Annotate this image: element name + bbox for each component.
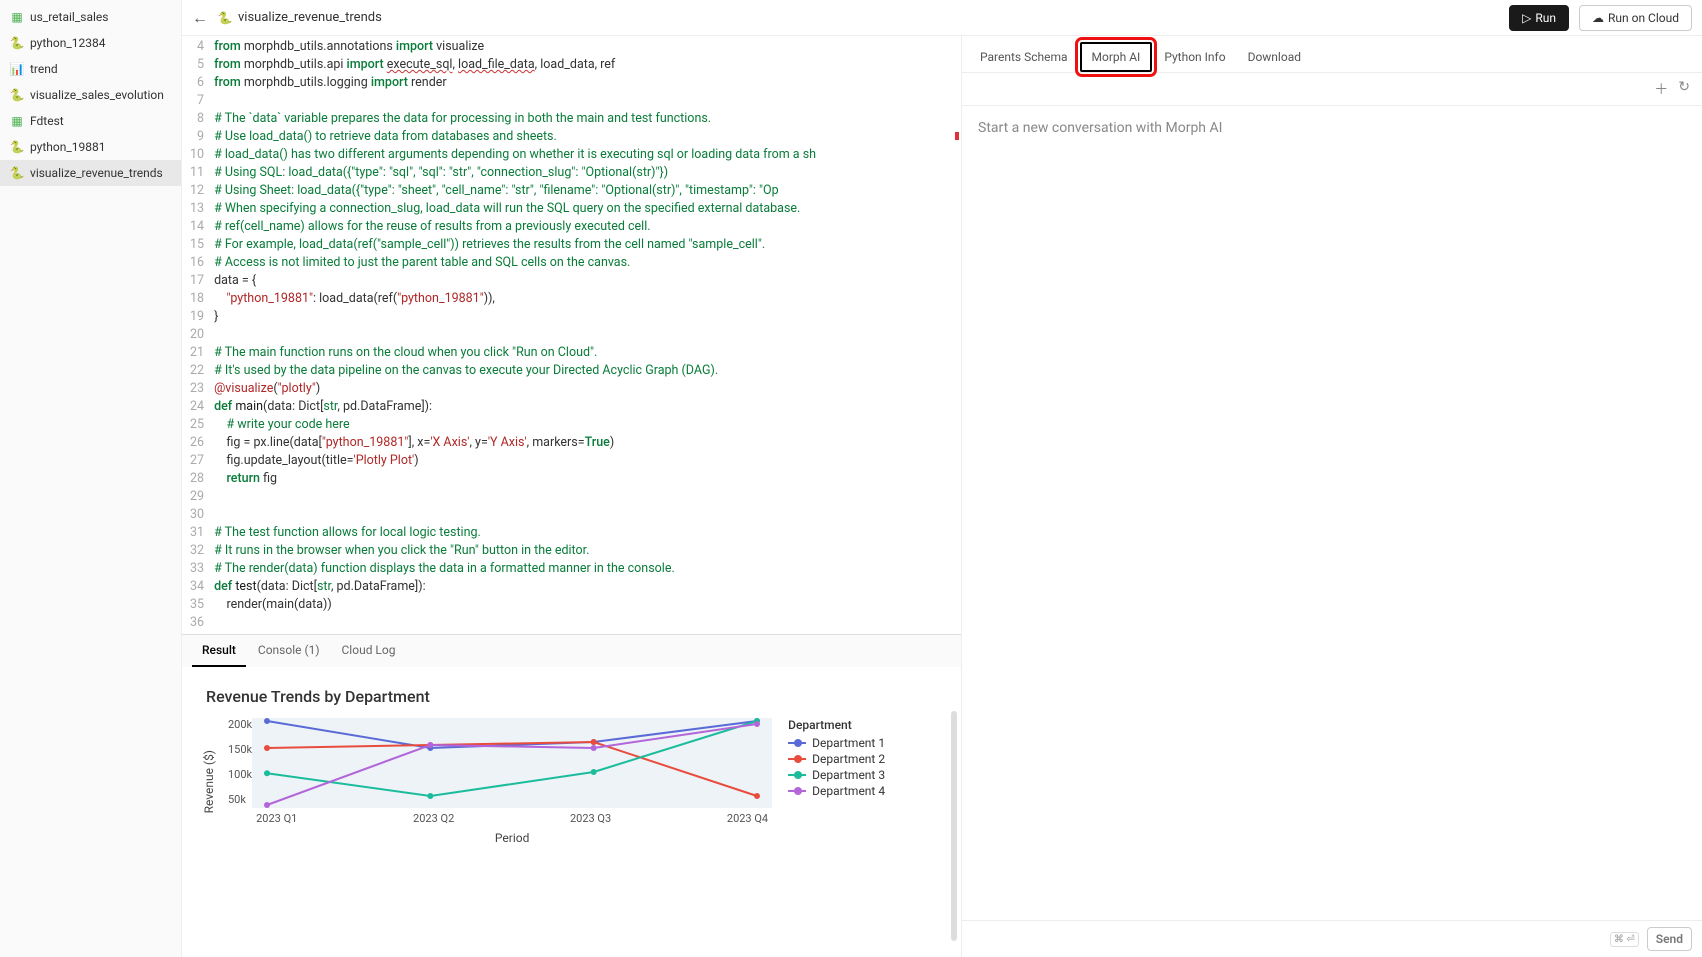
chat-placeholder[interactable]: Start a new conversation with Morph AI [962,106,1702,150]
y-tick: 100k [228,768,252,781]
sidebar-item-trend[interactable]: 📊 trend [0,56,181,82]
y-tick: 150k [228,743,252,756]
tab-download[interactable]: Download [1238,44,1311,70]
tab-morph-ai[interactable]: Morph AI [1080,42,1153,72]
legend-item[interactable]: .legend-mark span[style*='#e74c3c']::aft… [788,752,885,766]
file-title: visualize_revenue_trends [238,10,382,25]
sidebar-item-label: python_12384 [30,36,106,50]
sidebar-item-label: visualize_sales_evolution [30,88,164,102]
history-icon[interactable]: ↻ [1678,79,1690,99]
tab-parents-schema[interactable]: Parents Schema [970,44,1078,70]
tab-python-info[interactable]: Python Info [1154,44,1235,70]
sidebar-item-Fdtest[interactable]: ▦ Fdtest [0,108,181,134]
sidebar-item-label: trend [30,62,58,76]
chart-title: Revenue Trends by Department [202,687,941,706]
y-axis-label: Revenue ($) [202,750,216,813]
tab-cloud-log[interactable]: Cloud Log [332,635,406,667]
table-icon: ▦ [10,10,24,24]
error-marker [955,132,959,140]
chart-icon: 📊 [10,62,24,76]
py-icon: 🐍 [10,166,24,180]
run-button[interactable]: ▷ Run [1509,5,1569,31]
x-tick: 2023 Q4 [727,812,768,825]
x-axis-label: Period [252,831,772,845]
legend-item[interactable]: .legend-mark span[style*='#5a6bd8']::aft… [788,736,885,750]
tab-result[interactable]: Result [192,635,246,667]
sidebar-item-us_retail_sales[interactable]: ▦ us_retail_sales [0,4,181,30]
chart-plot-area[interactable] [252,718,772,808]
legend-item[interactable]: .legend-mark span[style*='#b266d9']::aft… [788,784,885,798]
result-panel: Revenue Trends by Department Revenue ($)… [182,667,961,957]
table-icon: ▦ [10,114,24,128]
py-icon: 🐍 [10,140,24,154]
legend-item[interactable]: .legend-mark span[style*='#1abc9c']::aft… [788,768,885,782]
new-chat-icon[interactable]: ＋ [1654,79,1668,99]
x-tick: 2023 Q2 [413,812,454,825]
x-tick: 2023 Q3 [570,812,611,825]
sidebar-item-label: us_retail_sales [30,10,108,24]
send-button[interactable]: Send [1647,927,1692,951]
bottom-tabs: Result Console (1) Cloud Log [182,634,961,667]
back-button[interactable]: ← [192,8,208,28]
sidebar-item-visualize_revenue_trends[interactable]: 🐍 visualize_revenue_trends [0,160,181,186]
chart-legend: Department .legend-mark span[style*='#5a… [788,718,885,845]
sidebar-item-python_19881[interactable]: 🐍 python_19881 [0,134,181,160]
sidebar-item-visualize_sales_evolution[interactable]: 🐍 visualize_sales_evolution [0,82,181,108]
legend-title: Department [788,718,885,732]
x-tick: 2023 Q1 [256,812,297,825]
code-editor[interactable]: 4567891011121314151617181920212223242526… [182,36,961,634]
shortcut-hint: ⌘ ⏎ [1610,932,1639,947]
sidebar-item-label: Fdtest [30,114,64,128]
sidebar-item-python_12384[interactable]: 🐍 python_12384 [0,30,181,56]
tab-console[interactable]: Console (1) [248,635,330,667]
sidebar-item-label: python_19881 [30,140,106,154]
py-icon: 🐍 [10,88,24,102]
y-tick: 50k [228,793,252,806]
right-panel: Parents Schema Morph AI Python Info Down… [962,36,1702,957]
topbar: ← 🐍 visualize_revenue_trends ▷ Run ☁ Run… [182,0,1702,36]
sidebar: ▦ us_retail_sales 🐍 python_12384 📊 trend 🐍 visu… [0,0,182,957]
python-icon: 🐍 [218,11,232,25]
scrollbar[interactable] [951,711,957,941]
run-cloud-button[interactable]: ☁ Run on Cloud [1579,5,1692,31]
sidebar-item-label: visualize_revenue_trends [30,166,163,180]
py-icon: 🐍 [10,36,24,50]
y-tick: 200k [228,718,252,731]
